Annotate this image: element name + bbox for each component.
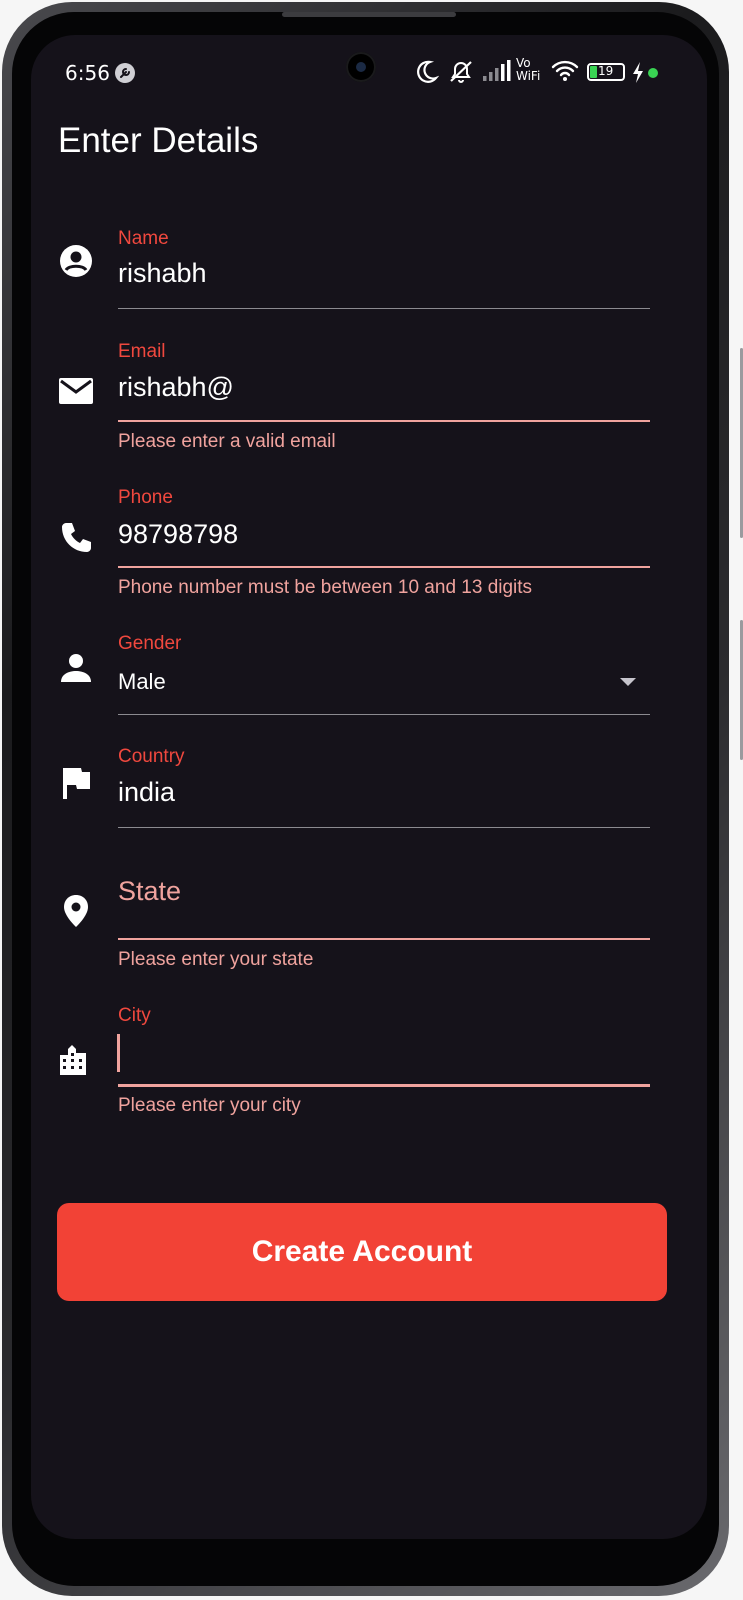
email-underline xyxy=(118,420,650,422)
flag-icon xyxy=(63,768,90,799)
dropdown-arrow-icon[interactable] xyxy=(620,678,636,686)
name-underline xyxy=(118,308,650,309)
earpiece-speaker xyxy=(282,12,456,17)
create-account-button[interactable]: Create Account xyxy=(57,1203,667,1301)
city-label: City xyxy=(118,1005,151,1026)
person-icon xyxy=(61,654,91,682)
country-underline xyxy=(118,827,650,828)
city-error-text: Please enter your city xyxy=(118,1095,301,1116)
phone-label: Phone xyxy=(118,487,173,508)
phone-input[interactable]: 98798798 xyxy=(118,519,238,550)
gender-label: Gender xyxy=(118,633,182,654)
status-bar: 6:56 Vo WiFi 19 xyxy=(31,35,707,105)
name-input[interactable]: rishabh xyxy=(118,258,207,289)
moon-icon xyxy=(417,60,439,83)
privacy-indicator-dot xyxy=(648,68,658,78)
front-camera xyxy=(346,52,376,82)
state-error-text: Please enter your state xyxy=(118,949,314,970)
email-label: Email xyxy=(118,341,166,362)
email-input[interactable]: rishabh@ xyxy=(118,372,234,403)
vowifi-icon: Vo WiFi xyxy=(516,57,546,83)
signal-icon xyxy=(483,60,511,81)
wifi-icon xyxy=(551,60,579,81)
location-pin-icon xyxy=(64,895,88,927)
battery-icon: 19 xyxy=(587,63,625,81)
charging-icon xyxy=(633,62,643,83)
state-underline xyxy=(118,938,650,940)
city-underline xyxy=(118,1084,650,1087)
battery-level: 19 xyxy=(598,64,614,78)
name-label: Name xyxy=(118,228,169,249)
gender-selected-value[interactable]: Male xyxy=(118,669,166,695)
location-city-icon xyxy=(60,1045,86,1075)
account-circle-icon xyxy=(60,245,92,277)
wrench-icon xyxy=(115,63,135,83)
phone-error-text: Phone number must be between 10 and 13 d… xyxy=(118,577,533,598)
state-input-placeholder[interactable]: State xyxy=(118,876,181,907)
country-label: Country xyxy=(118,746,185,767)
page-title: Enter Details xyxy=(58,121,259,160)
country-input[interactable]: india xyxy=(118,777,175,808)
text-cursor xyxy=(117,1034,120,1072)
email-error-text: Please enter a valid email xyxy=(118,431,336,452)
status-time: 6:56 xyxy=(65,61,110,85)
mute-icon xyxy=(450,61,472,83)
app-screen: 6:56 Vo WiFi 19 Enter Details Name risha… xyxy=(31,35,707,1539)
phone-icon xyxy=(62,523,91,552)
vowifi-bottom-label: WiFi xyxy=(516,69,541,83)
gender-underline xyxy=(118,714,650,715)
email-icon xyxy=(59,378,93,404)
phone-underline xyxy=(118,566,650,568)
